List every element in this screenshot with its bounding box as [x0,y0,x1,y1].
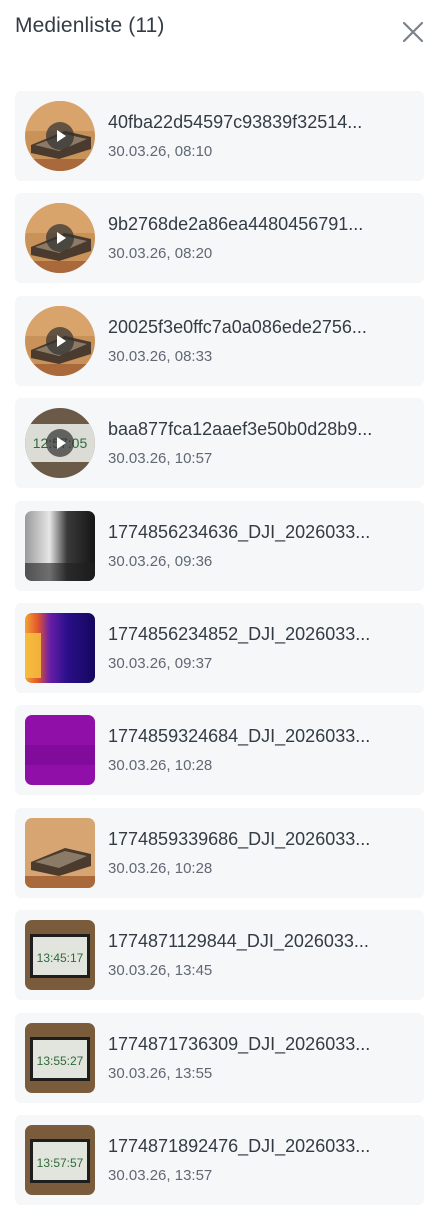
media-date: 30.03.26, 08:20 [108,245,213,263]
media-date: 30.03.26, 09:36 [108,552,213,570]
media-item[interactable]: 13:57:57 1774871892476_DJI_2026033... 30… [15,1114,424,1205]
video-thumbnail: 12:57:05 [25,408,95,479]
media-date: 30.03.26, 13:57 [108,1166,213,1184]
video-thumbnail [25,203,95,274]
video-thumbnail [25,305,95,376]
image-thumbnail [25,612,95,683]
image-thumbnail: 13:45:17 [25,920,95,991]
media-name: 1774871892476_DJI_2026033... [108,1135,371,1156]
media-item[interactable]: 13:55:27 1774871736309_DJI_2026033... 30… [15,1012,424,1103]
media-item[interactable]: 1774856234636_DJI_2026033... 30.03.26, 0… [15,500,424,591]
media-name: 40fba22d54597c93839f32514... [108,112,363,132]
media-name: 1774856234852_DJI_2026033... [108,623,371,644]
panel-header: Medienliste (11) [0,0,437,60]
media-date: 30.03.26, 08:10 [108,143,213,160]
media-item[interactable]: 12:57:05 baa877fca12aaef3e50b0d28b9... 3… [15,398,424,489]
media-item[interactable]: 13:45:17 1774871129844_DJI_2026033... 30… [15,910,424,1001]
media-name: 1774859339686_DJI_2026033... [108,828,371,849]
media-item[interactable]: 20025f3e0ffc7a0a086ede2756... 30.03.26, … [15,295,424,386]
thumbnail-clock-text: 13:45:17 [37,951,84,965]
media-item[interactable]: 1774856234852_DJI_2026033... 30.03.26, 0… [15,602,424,693]
thumbnail-clock-text: 13:57:57 [37,1156,84,1170]
play-icon [46,326,74,355]
media-date: 30.03.26, 13:45 [108,962,213,980]
image-thumbnail [25,817,95,888]
image-thumbnail [25,510,95,581]
media-name: baa877fca12aaef3e50b0d28b9... [108,419,373,440]
media-item[interactable]: 1774859324684_DJI_2026033... 30.03.26, 1… [15,705,424,796]
media-name: 20025f3e0ffc7a0a086ede2756... [108,316,367,337]
media-date: 30.03.26, 13:55 [108,1064,213,1082]
close-icon[interactable] [402,21,424,43]
play-icon [46,122,74,150]
media-name: 1774871129844_DJI_2026033... [108,931,369,952]
media-date: 30.03.26, 09:37 [108,654,213,672]
media-date: 30.03.26, 10:28 [108,859,213,877]
media-date: 30.03.26, 08:33 [108,347,213,365]
play-icon [46,429,74,458]
media-date: 30.03.26, 10:28 [108,757,213,775]
media-date: 30.03.26, 10:57 [108,450,213,468]
video-thumbnail [25,101,95,171]
media-list: 40fba22d54597c93839f32514... 30.03.26, 0… [15,91,424,1217]
image-thumbnail: 13:55:27 [25,1022,95,1093]
media-item[interactable]: 40fba22d54597c93839f32514... 30.03.26, 0… [15,91,424,181]
panel-title: Medienliste (11) [15,14,165,37]
image-thumbnail: 13:57:57 [25,1124,95,1195]
media-name: 9b2768de2a86ea4480456791... [108,214,364,235]
image-thumbnail [25,715,95,786]
media-item[interactable]: 1774859339686_DJI_2026033... 30.03.26, 1… [15,807,424,898]
media-name: 1774856234636_DJI_2026033... [108,521,371,542]
media-name: 1774859324684_DJI_2026033... [108,726,371,747]
media-name: 1774871736309_DJI_2026033... [108,1033,371,1054]
thumbnail-clock-text: 13:55:27 [37,1054,84,1068]
media-item[interactable]: 9b2768de2a86ea4480456791... 30.03.26, 08… [15,193,424,284]
